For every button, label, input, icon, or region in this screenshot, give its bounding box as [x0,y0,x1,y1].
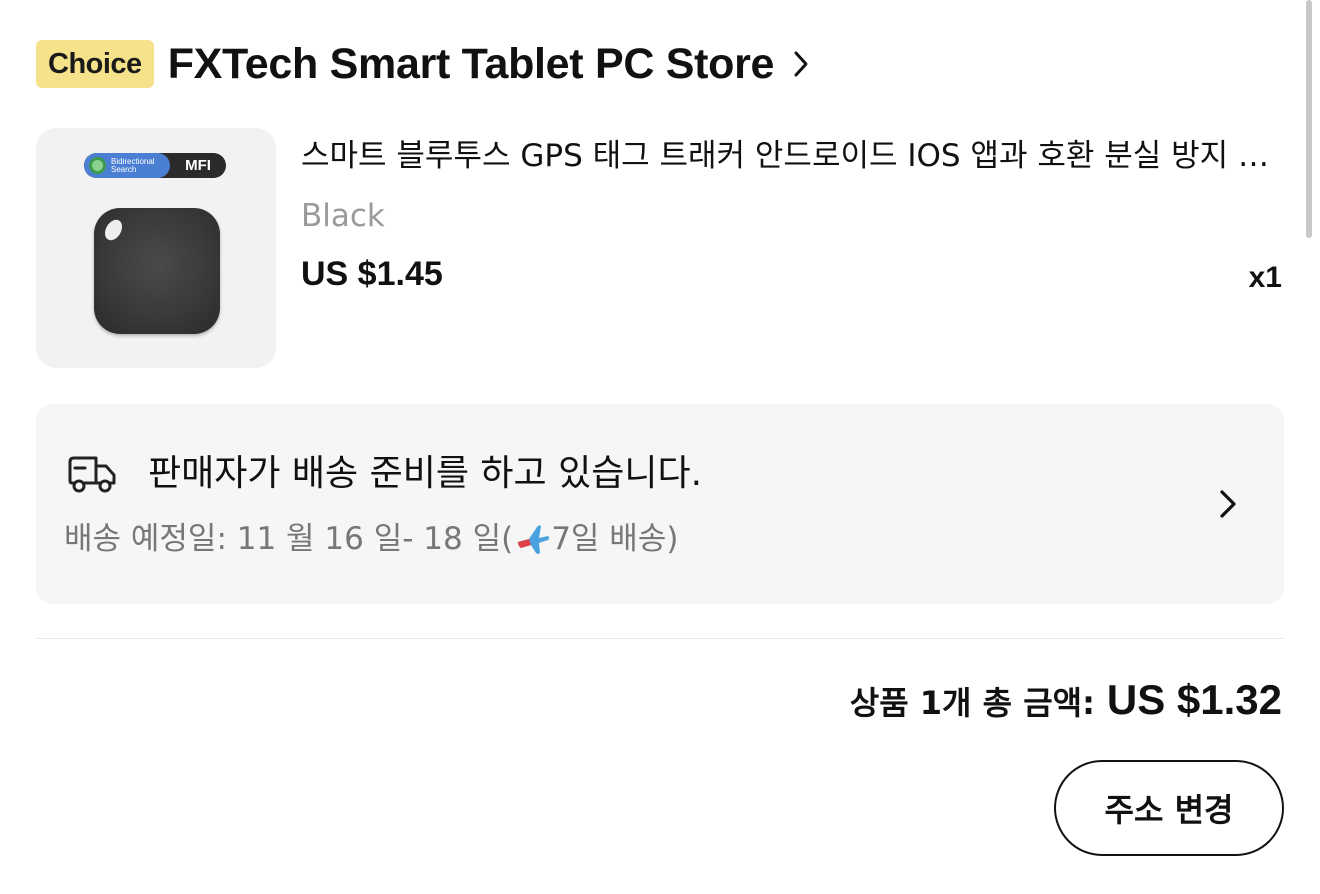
order-total: 상품 1개 총 금액: US $1.32 [850,676,1282,728]
total-label: 상품 1개 총 금액: [849,684,1095,722]
choice-badge: Choice [36,40,154,88]
shipping-status-text: 판매자가 배송 준비를 하고 있습니다. [148,453,703,494]
store-header-link[interactable]: Choice FXTech Smart Tablet PC Store [36,38,810,90]
image-badge-search: Bidirectional Search [84,153,170,178]
product-title[interactable]: 스마트 블루투스 GPS 태그 트래커 안드로이드 IOS 앱과 호환 분실 방… [301,136,1281,176]
keyring-hole [101,216,126,244]
scrollbar[interactable] [1306,0,1312,238]
image-badge-left-text: Bidirectional Search [111,156,155,174]
tracker-device-image [94,208,220,334]
change-address-button[interactable]: 주소 변경 [1054,760,1284,856]
product-price: US $1.45 [301,255,443,293]
product-variant: Black [301,198,385,234]
product-quantity: x1 [1248,261,1282,294]
image-badge: Bidirectional Search MFI [84,153,226,178]
product-image[interactable]: Bidirectional Search MFI [36,128,276,368]
store-name[interactable]: FXTech Smart Tablet PC Store [168,40,775,89]
order-item-page: Choice FXTech Smart Tablet PC Store Bidi… [0,0,1320,894]
location-dot-icon [89,157,106,174]
airplane-icon [515,522,551,556]
image-badge-right-text: MFI [185,157,211,174]
shipping-eta: 배송 예정일: 11 월 16 일- 18 일( 7일 배송) [64,519,678,559]
shipping-status-card[interactable]: 판매자가 배송 준비를 하고 있습니다. 배송 예정일: 11 월 16 일- … [36,404,1284,604]
chevron-right-icon[interactable] [1218,488,1238,520]
shipping-eta-days: 7일 배송) [551,521,679,557]
total-amount: US $1.32 [1106,676,1282,723]
divider [36,638,1284,639]
truck-icon [66,452,118,496]
chevron-right-icon[interactable] [792,49,810,79]
shipping-eta-date: 배송 예정일: 11 월 16 일- 18 일( [64,521,514,557]
